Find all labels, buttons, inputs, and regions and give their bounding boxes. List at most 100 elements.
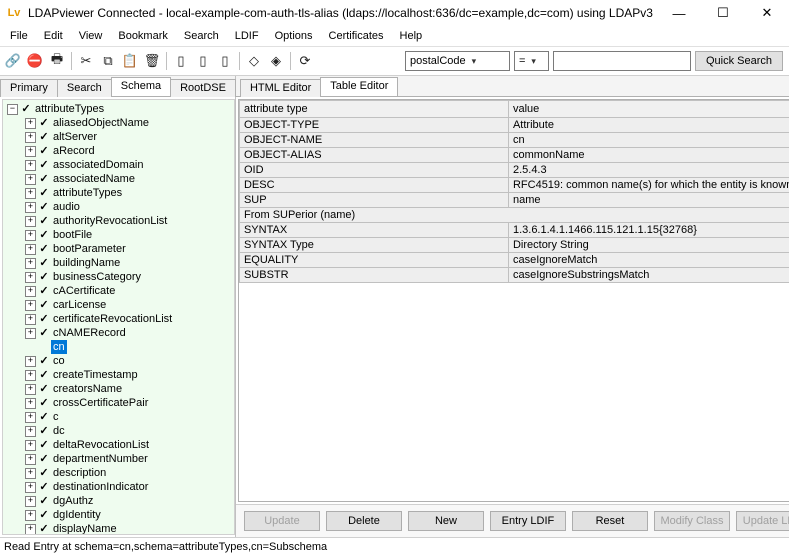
- tree-node[interactable]: +✓c: [3, 410, 234, 424]
- maximize-button[interactable]: ☐: [701, 0, 745, 26]
- expand-icon[interactable]: +: [25, 398, 36, 409]
- tab-search[interactable]: Search: [57, 79, 112, 97]
- table-row[interactable]: OBJECT-NAMEcn: [239, 133, 789, 148]
- expand-icon[interactable]: +: [25, 244, 36, 255]
- reset-button[interactable]: Reset: [572, 511, 648, 531]
- tree-node[interactable]: +✓aliasedObjectName: [3, 116, 234, 130]
- expand-icon[interactable]: +: [25, 482, 36, 493]
- tree-node[interactable]: +✓dc: [3, 424, 234, 438]
- table-row[interactable]: SUBSTRcaseIgnoreSubstringsMatch: [239, 268, 789, 283]
- new-button[interactable]: New: [408, 511, 484, 531]
- tree-node[interactable]: +✓certificateRevocationList: [3, 312, 234, 326]
- expand-icon[interactable]: +: [25, 328, 36, 339]
- minimize-button[interactable]: —: [657, 0, 701, 26]
- tree-node[interactable]: +✓businessCategory: [3, 270, 234, 284]
- table-row[interactable]: OBJECT-ALIAScommonName: [239, 148, 789, 163]
- menu-bookmark[interactable]: Bookmark: [110, 28, 176, 44]
- tab-table-editor[interactable]: Table Editor: [320, 77, 398, 96]
- tree-node[interactable]: +✓description: [3, 466, 234, 480]
- paste-icon[interactable]: 📋: [119, 51, 141, 71]
- column-header[interactable]: value: [508, 101, 789, 118]
- expand-icon[interactable]: +: [25, 454, 36, 465]
- expand-icon[interactable]: +: [25, 370, 36, 381]
- expand-icon[interactable]: +: [25, 202, 36, 213]
- new-entry-icon[interactable]: ▯: [170, 51, 192, 71]
- bookmark-icon[interactable]: ◇: [243, 51, 265, 71]
- menu-ldif[interactable]: LDIF: [227, 28, 267, 44]
- tree-node[interactable]: +✓destinationIndicator: [3, 480, 234, 494]
- expand-icon[interactable]: +: [25, 300, 36, 311]
- tree-node[interactable]: +✓aRecord: [3, 144, 234, 158]
- quick-search-button[interactable]: Quick Search: [695, 51, 783, 71]
- menu-file[interactable]: File: [2, 28, 36, 44]
- tree-node[interactable]: +✓displayName: [3, 522, 234, 535]
- delete-button[interactable]: Delete: [326, 511, 402, 531]
- column-header[interactable]: attribute type: [239, 101, 508, 118]
- copy-icon[interactable]: ⧉: [97, 51, 119, 71]
- tree-node[interactable]: +✓cNAMERecord: [3, 326, 234, 340]
- table-row[interactable]: OBJECT-TYPEAttribute: [239, 118, 789, 133]
- collapse-icon[interactable]: −: [7, 104, 18, 115]
- menu-certificates[interactable]: Certificates: [321, 28, 392, 44]
- expand-icon[interactable]: +: [25, 272, 36, 283]
- refresh-icon[interactable]: ⟳: [294, 51, 316, 71]
- expand-icon[interactable]: +: [25, 426, 36, 437]
- tree-node[interactable]: +✓buildingName: [3, 256, 234, 270]
- menu-edit[interactable]: Edit: [36, 28, 71, 44]
- expand-icon[interactable]: +: [25, 132, 36, 143]
- tree-node[interactable]: +✓carLicense: [3, 298, 234, 312]
- connect-icon[interactable]: 🔗: [2, 51, 24, 71]
- tree-node[interactable]: +✓bootParameter: [3, 242, 234, 256]
- expand-icon[interactable]: +: [25, 174, 36, 185]
- bookmark-all-icon[interactable]: ◈: [265, 51, 287, 71]
- new-child-icon[interactable]: ▯: [192, 51, 214, 71]
- tree-node[interactable]: +✓bootFile: [3, 228, 234, 242]
- tree-node[interactable]: +✓cACertificate: [3, 284, 234, 298]
- expand-icon[interactable]: +: [25, 216, 36, 227]
- expand-icon[interactable]: +: [25, 146, 36, 157]
- tab-rootdse[interactable]: RootDSE: [170, 79, 236, 97]
- entry-ldif-button[interactable]: Entry LDIF: [490, 511, 566, 531]
- tree-node[interactable]: +✓associatedName: [3, 172, 234, 186]
- table-row[interactable]: SUPname: [239, 193, 789, 208]
- table-row[interactable]: EQUALITYcaseIgnoreMatch: [239, 253, 789, 268]
- expand-icon[interactable]: +: [25, 118, 36, 129]
- tab-html-editor[interactable]: HTML Editor: [240, 79, 321, 97]
- cut-icon[interactable]: ✂: [75, 51, 97, 71]
- expand-icon[interactable]: +: [25, 496, 36, 507]
- tab-schema[interactable]: Schema: [111, 77, 171, 96]
- menu-view[interactable]: View: [71, 28, 111, 44]
- expand-icon[interactable]: +: [25, 412, 36, 423]
- tree-node[interactable]: +✓creatorsName: [3, 382, 234, 396]
- tree-node[interactable]: +✓audio: [3, 200, 234, 214]
- expand-icon[interactable]: +: [25, 230, 36, 241]
- expand-icon[interactable]: +: [25, 440, 36, 451]
- table-row[interactable]: From SUPerior (name): [239, 208, 789, 223]
- tree-node[interactable]: +✓departmentNumber: [3, 452, 234, 466]
- disconnect-icon[interactable]: ⛔: [24, 51, 46, 71]
- table-row[interactable]: SYNTAX TypeDirectory String: [239, 238, 789, 253]
- expand-icon[interactable]: +: [25, 384, 36, 395]
- tree-node[interactable]: +✓altServer: [3, 130, 234, 144]
- attribute-select[interactable]: postalCode ▾: [405, 51, 510, 71]
- delete-icon[interactable]: 🗑: [141, 51, 163, 71]
- close-button[interactable]: ✕: [745, 0, 789, 26]
- tree-node[interactable]: −✓attributeTypes: [3, 102, 234, 116]
- expand-icon[interactable]: +: [25, 160, 36, 171]
- expand-icon[interactable]: +: [25, 510, 36, 521]
- table-row[interactable]: SYNTAX1.3.6.1.4.1.1466.115.121.1.15{3276…: [239, 223, 789, 238]
- expand-icon[interactable]: +: [25, 356, 36, 367]
- menu-options[interactable]: Options: [267, 28, 321, 44]
- search-input[interactable]: [553, 51, 691, 71]
- expand-icon[interactable]: +: [25, 314, 36, 325]
- menu-search[interactable]: Search: [176, 28, 227, 44]
- schema-tree[interactable]: −✓attributeTypes+✓aliasedObjectName+✓alt…: [2, 99, 235, 535]
- operator-select[interactable]: = ▾: [514, 51, 549, 71]
- tree-node[interactable]: +✓cn: [3, 340, 234, 354]
- tree-node[interactable]: +✓createTimestamp: [3, 368, 234, 382]
- tree-node[interactable]: +✓dgAuthz: [3, 494, 234, 508]
- expand-icon[interactable]: +: [25, 468, 36, 479]
- tree-node[interactable]: +✓co: [3, 354, 234, 368]
- table-row[interactable]: DESCRFC4519: common name(s) for which th…: [239, 178, 789, 193]
- expand-icon[interactable]: +: [25, 188, 36, 199]
